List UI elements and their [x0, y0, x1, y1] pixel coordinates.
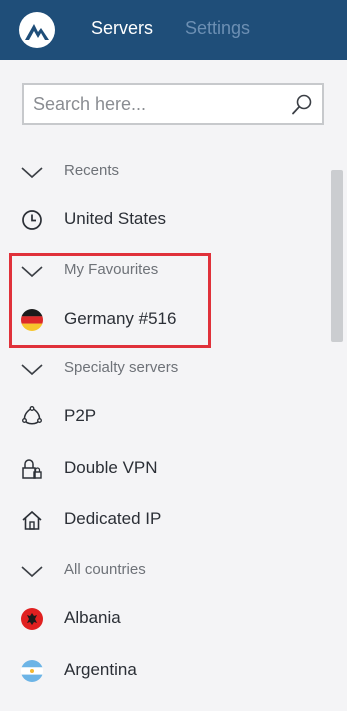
- tab-settings[interactable]: Settings: [185, 18, 250, 39]
- list-item-argentina[interactable]: Argentina: [0, 651, 330, 691]
- list-item-united-states[interactable]: United States: [0, 200, 330, 240]
- search-box: [22, 83, 324, 125]
- server-name: Germany #516: [64, 309, 177, 328]
- section-specialty-servers[interactable]: Specialty servers: [0, 349, 330, 389]
- list-item-dedicated-ip[interactable]: Dedicated IP: [0, 500, 330, 540]
- argentina-flag-icon: [21, 660, 43, 682]
- section-label: All countries: [64, 561, 146, 578]
- albania-flag-icon: [21, 608, 43, 630]
- section-label: Specialty servers: [64, 359, 179, 376]
- server-type-label: Double VPN: [64, 458, 158, 477]
- chevron-down-icon: [21, 167, 43, 179]
- country-name: Albania: [64, 608, 121, 627]
- chevron-down-icon: [21, 364, 43, 376]
- list-item-double-vpn[interactable]: Double VPN: [0, 449, 330, 489]
- search-icon[interactable]: [290, 93, 314, 117]
- section-label: My Favourites: [64, 261, 159, 278]
- section-label: Recents: [64, 162, 120, 179]
- list-item-p2p[interactable]: P2P: [0, 397, 330, 437]
- double-lock-icon: [22, 459, 42, 479]
- tab-servers[interactable]: Servers: [91, 18, 153, 39]
- list-item-albania[interactable]: Albania: [0, 599, 330, 639]
- list-item-germany-516[interactable]: Germany #516: [0, 300, 330, 340]
- app-header: Servers Settings: [0, 0, 347, 60]
- home-icon: [22, 510, 42, 530]
- app-logo-icon[interactable]: [19, 12, 55, 48]
- scrollbar-thumb[interactable]: [331, 170, 343, 342]
- chevron-down-icon: [21, 566, 43, 578]
- section-recents[interactable]: Recents: [0, 152, 330, 192]
- p2p-icon: [22, 406, 42, 425]
- server-type-label: Dedicated IP: [64, 509, 162, 528]
- clock-icon: [22, 210, 42, 230]
- country-name: Argentina: [64, 660, 137, 679]
- search-input[interactable]: [33, 93, 283, 115]
- section-all-countries[interactable]: All countries: [0, 551, 330, 591]
- server-name: United States: [64, 209, 167, 228]
- chevron-down-icon: [21, 266, 43, 278]
- section-my-favourites[interactable]: My Favourites: [0, 251, 330, 291]
- server-type-label: P2P: [64, 406, 97, 425]
- germany-flag-icon: [21, 309, 43, 331]
